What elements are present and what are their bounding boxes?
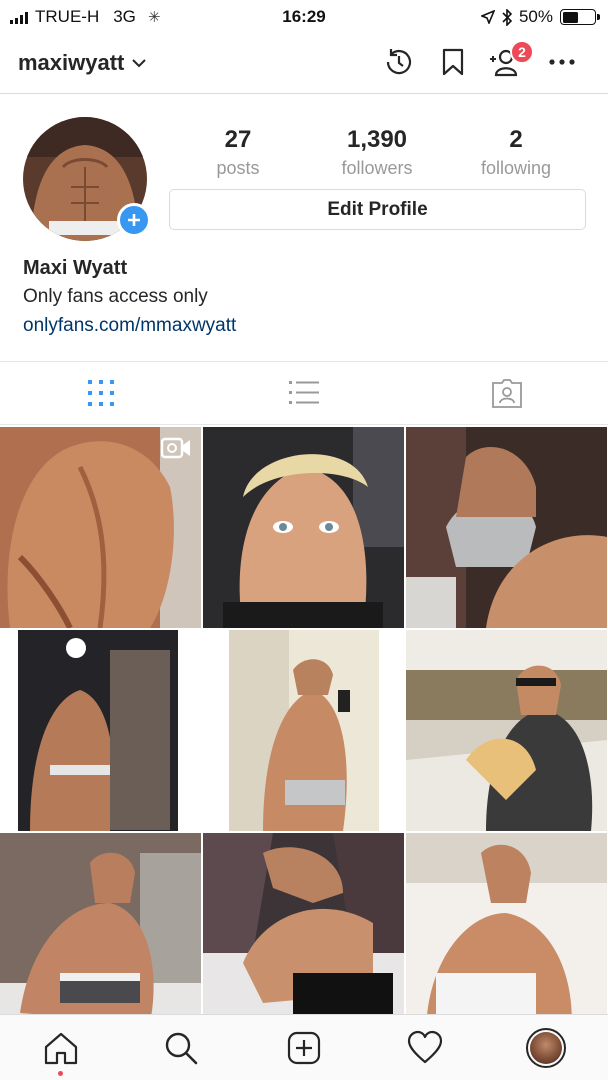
following-count-label: following — [480, 158, 552, 178]
post-thumbnail[interactable] — [406, 630, 607, 831]
archive-history-icon[interactable] — [382, 46, 414, 78]
posts-count-value: 27 — [224, 126, 252, 153]
posts-count[interactable]: 27 posts — [168, 126, 308, 179]
followers-count[interactable]: 1,390 followers — [307, 126, 447, 179]
tagged-person-icon[interactable] — [490, 376, 524, 410]
post-thumbnail[interactable] — [203, 427, 404, 628]
post-thumbnail[interactable] — [0, 630, 201, 831]
video-icon — [161, 437, 190, 459]
activity-heart-icon[interactable] — [407, 1030, 443, 1066]
location-arrow-icon — [480, 10, 495, 24]
list-icon[interactable] — [287, 376, 321, 410]
bookmark-icon[interactable] — [437, 46, 469, 78]
chevron-down-icon — [132, 58, 147, 67]
notification-badge: 2 — [510, 40, 534, 64]
bluetooth-icon — [502, 8, 512, 26]
username-label: maxiwyatt — [18, 50, 125, 75]
account-switcher[interactable]: maxiwyatt — [18, 50, 147, 76]
post-thumbnail[interactable] — [406, 833, 607, 1034]
battery-percent: 50% — [518, 7, 553, 26]
add-story-button[interactable] — [117, 203, 151, 237]
profile-tab-avatar[interactable] — [526, 1028, 566, 1068]
bio-text: Only fans access only — [23, 286, 208, 307]
following-count[interactable]: 2 following — [446, 126, 586, 179]
plus-icon — [128, 214, 140, 226]
posts-count-label: posts — [216, 158, 260, 178]
post-thumbnail[interactable] — [0, 427, 201, 628]
profile-tabs — [0, 361, 608, 425]
website-link[interactable]: onlyfans.com/mmaxwyatt — [23, 315, 236, 337]
posts-grid — [0, 427, 608, 1034]
edit-profile-button[interactable]: Edit Profile — [169, 189, 586, 230]
more-options-icon[interactable] — [546, 46, 578, 78]
battery-icon — [560, 9, 600, 25]
post-thumbnail[interactable] — [0, 833, 201, 1034]
new-post-icon[interactable] — [286, 1030, 322, 1066]
grid-icon[interactable] — [84, 376, 118, 410]
post-thumbnail[interactable] — [203, 833, 404, 1034]
status-bar: TRUE-H 3G ✳ 16:29 50% — [0, 0, 608, 34]
followers-count-value: 1,390 — [346, 126, 408, 153]
full-name: Maxi Wyatt — [23, 257, 128, 279]
following-count-value: 2 — [509, 126, 523, 153]
search-icon[interactable] — [163, 1030, 199, 1066]
profile-header: maxiwyatt 2 — [0, 34, 608, 94]
post-thumbnail[interactable] — [406, 427, 607, 628]
bottom-navigation — [0, 1014, 608, 1080]
followers-count-label: followers — [341, 158, 413, 178]
home-activity-dot — [58, 1071, 63, 1076]
home-icon[interactable] — [43, 1030, 79, 1066]
post-thumbnail[interactable] — [203, 630, 404, 831]
